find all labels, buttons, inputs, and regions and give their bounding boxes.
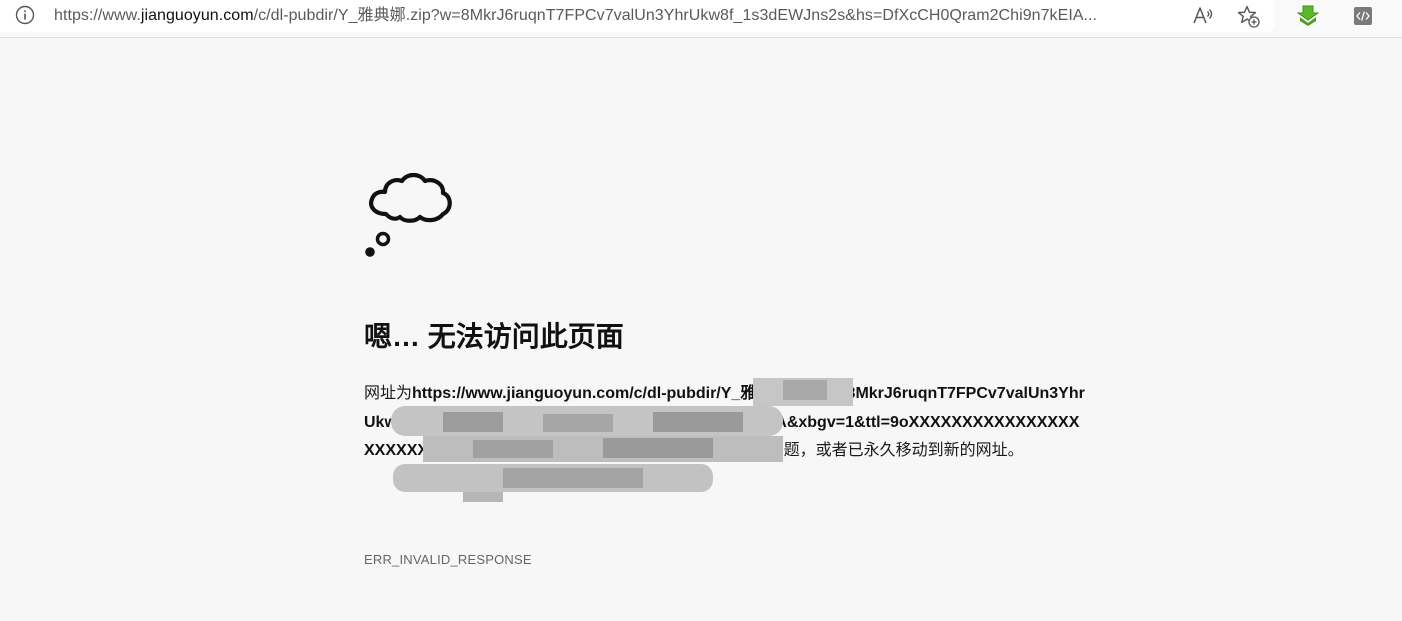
error-code: ERR_INVALID_RESPONSE [364, 552, 532, 567]
url-host: jianguoyun.com [140, 7, 254, 24]
url-text[interactable]: https://www.jianguoyun.com/c/dl-pubdir/Y… [54, 6, 1172, 26]
developer-extension-icon[interactable] [1350, 3, 1376, 29]
error-description: 网址为https://www.jianguoyun.com/c/dl-pubdi… [364, 380, 1086, 466]
url-path: /c/dl-pubdir/Y_雅典娜.zip?w=8MkrJ6ruqnT7FPC… [253, 7, 1098, 24]
add-favorite-icon[interactable] [1235, 3, 1261, 29]
description-suffix: 的页面可能存在问题，或者已永久移动到新的网址。 [651, 442, 1024, 459]
browser-toolbar: https://www.jianguoyun.com/c/dl-pubdir/Y… [0, 0, 1402, 38]
thought-cloud-icon [364, 168, 456, 260]
download-extension-icon[interactable] [1295, 3, 1321, 29]
error-title: 嗯… 无法访问此页面 [364, 321, 624, 352]
url-prefix: https://www. [54, 7, 141, 24]
description-prefix: 网址为 [364, 385, 413, 402]
address-bar[interactable]: https://www.jianguoyun.com/c/dl-pubdir/Y… [0, 0, 1274, 32]
info-icon[interactable] [14, 4, 36, 26]
read-aloud-icon[interactable] [1190, 3, 1216, 29]
